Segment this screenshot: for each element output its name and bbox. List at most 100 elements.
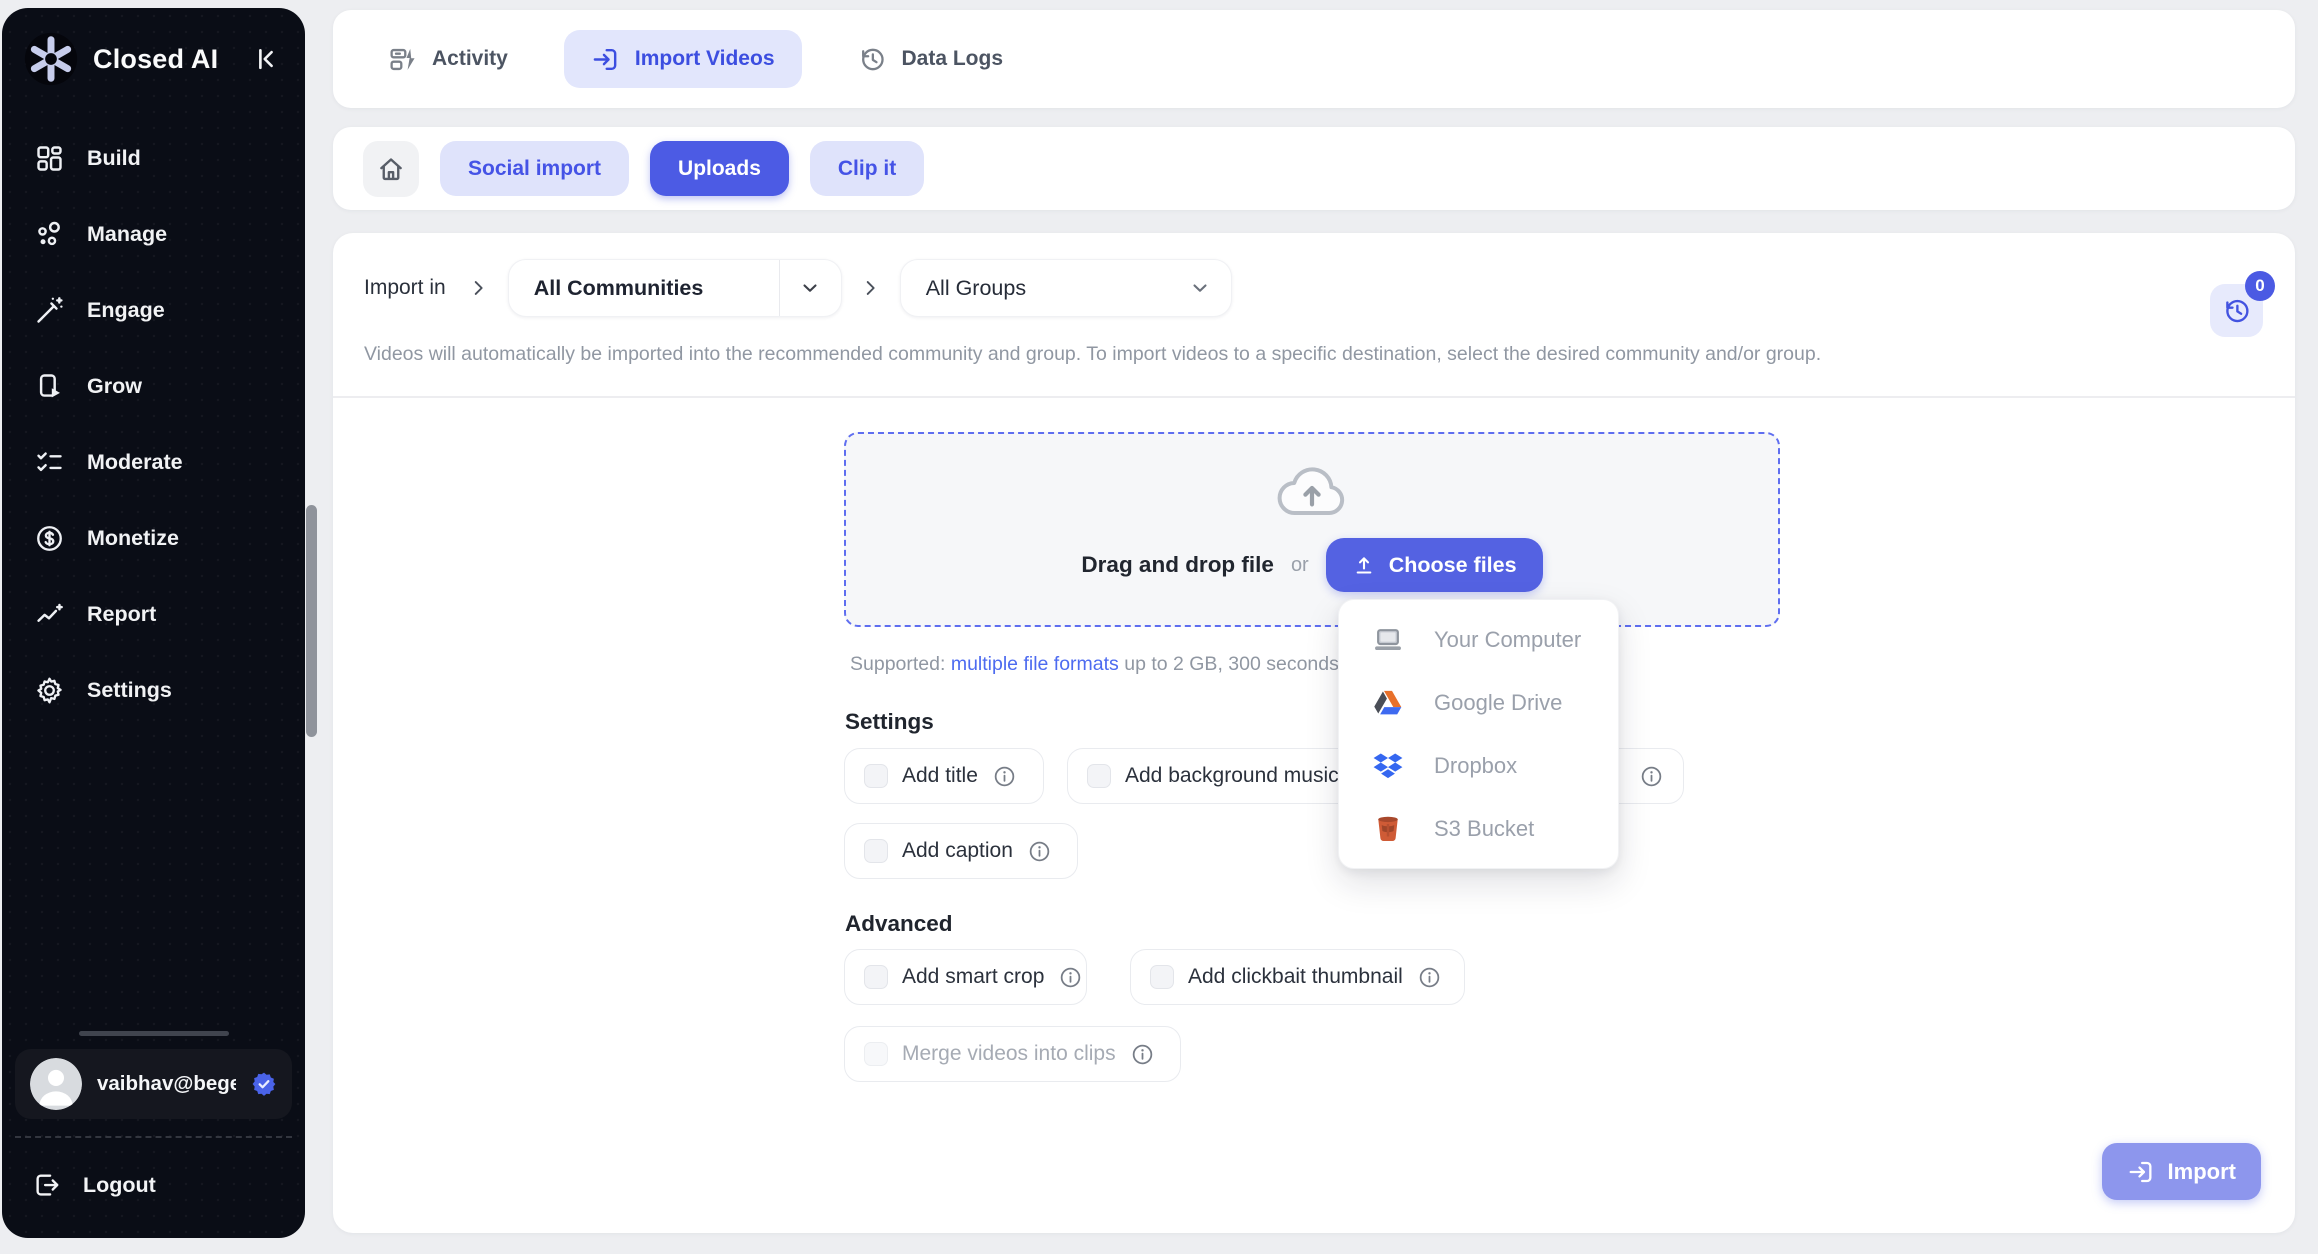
import-history-button[interactable]: 0: [2210, 284, 2263, 337]
choose-files-label: Choose files: [1389, 553, 1517, 578]
sidebar-item-label: Moderate: [87, 450, 183, 475]
home-button[interactable]: [363, 141, 419, 197]
option-add-title[interactable]: Add title: [844, 748, 1044, 804]
supported-formats-text: Supported: multiple file formats up to 2…: [850, 653, 1381, 676]
sidebar-item-monetize[interactable]: Monetize: [2, 500, 305, 576]
file-dropzone[interactable]: Drag and drop file or Choose files: [844, 432, 1780, 627]
trend-icon: [33, 598, 66, 631]
group-select[interactable]: All Groups: [900, 259, 1232, 317]
sidebar-item-label: Manage: [87, 222, 167, 247]
upload-icon: [1352, 553, 1376, 577]
supported-prefix: Supported:: [850, 653, 945, 675]
option-label: Add clickbait thumbnail: [1188, 965, 1403, 989]
checkbox[interactable]: [1087, 764, 1111, 788]
option-label: Merge videos into clips: [902, 1042, 1116, 1066]
menu-item-your-computer[interactable]: Your Computer: [1339, 608, 1618, 671]
tab-label: Activity: [432, 47, 508, 71]
subtab-label: Uploads: [678, 157, 761, 181]
logout-label: Logout: [83, 1173, 156, 1198]
brand-name: Closed AI: [93, 44, 218, 75]
tab-data-logs[interactable]: Data Logs: [858, 45, 1004, 74]
home-icon: [376, 154, 406, 184]
import-note: Videos will automatically be imported in…: [364, 343, 1821, 366]
settings-heading: Settings: [845, 709, 934, 735]
import-button-label: Import: [2168, 1159, 2236, 1185]
import-icon: [591, 45, 620, 74]
logout-button[interactable]: Logout: [15, 1138, 292, 1232]
option-merge-videos-into-clips[interactable]: Merge videos into clips: [844, 1026, 1181, 1082]
option-add-smart-crop[interactable]: Add smart crop: [844, 949, 1087, 1005]
divider: [333, 396, 2295, 398]
import-icon: [2127, 1158, 2155, 1186]
sidebar-item-grow[interactable]: Grow: [2, 348, 305, 424]
info-icon[interactable]: [1639, 764, 1664, 789]
info-icon[interactable]: [1058, 965, 1083, 990]
subtab-clip-it[interactable]: Clip it: [810, 141, 924, 196]
option-label: Add background music: [1125, 764, 1339, 788]
info-icon[interactable]: [1417, 965, 1442, 990]
sidebar-bottom: vaibhav@begenu... Logout: [2, 1031, 305, 1232]
sidebar-item-manage[interactable]: Manage: [2, 196, 305, 272]
cloud-upload-icon: [1272, 462, 1352, 520]
community-select[interactable]: All Communities: [508, 259, 842, 317]
sidebar-item-settings[interactable]: Settings: [2, 652, 305, 728]
subtab-label: Clip it: [838, 157, 896, 181]
sidebar-item-label: Settings: [87, 678, 172, 703]
avatar: [30, 1058, 82, 1110]
scrollbar-thumb[interactable]: [306, 505, 317, 737]
sidebar-item-engage[interactable]: Engage: [2, 272, 305, 348]
main-content: Import in All Communities All Groups: [333, 233, 2295, 1233]
subnav: Social import Uploads Clip it: [333, 127, 2295, 210]
checklist-icon: [33, 446, 66, 479]
import-destination-bar: Import in All Communities All Groups: [364, 259, 1232, 317]
dashboard-icon: [33, 142, 66, 175]
checkbox[interactable]: [864, 965, 888, 989]
user-card[interactable]: vaibhav@begenu...: [15, 1049, 292, 1119]
history-icon: [2222, 296, 2252, 326]
google-drive-icon: [1372, 687, 1404, 719]
sidebar-item-label: Grow: [87, 374, 142, 399]
activity-icon: [388, 45, 417, 74]
sidebar-item-moderate[interactable]: Moderate: [2, 424, 305, 500]
dropbox-icon: [1372, 750, 1404, 782]
checkbox[interactable]: [864, 839, 888, 863]
option-add-caption[interactable]: Add caption: [844, 823, 1078, 879]
sidebar-divider: [79, 1031, 229, 1036]
sidebar: Closed AI Build: [2, 8, 305, 1238]
chevron-right-icon: [467, 277, 489, 299]
sidebar-item-label: Report: [87, 602, 156, 627]
history-icon: [858, 45, 887, 74]
checkbox[interactable]: [864, 764, 888, 788]
import-button[interactable]: Import: [2102, 1143, 2261, 1200]
info-icon[interactable]: [1027, 839, 1052, 864]
tab-activity[interactable]: Activity: [388, 45, 508, 74]
choose-files-button[interactable]: Choose files: [1326, 538, 1543, 592]
checkbox[interactable]: [1150, 965, 1174, 989]
tab-import-videos[interactable]: Import Videos: [564, 30, 802, 88]
info-icon[interactable]: [1130, 1042, 1155, 1067]
option-label: Add title: [902, 764, 978, 788]
option-label: Add smart crop: [902, 965, 1044, 989]
user-email: vaibhav@begenu...: [97, 1072, 236, 1096]
wand-icon: [33, 294, 66, 327]
menu-item-dropbox[interactable]: Dropbox: [1339, 734, 1618, 797]
gear-icon: [33, 674, 66, 707]
history-count-badge: 0: [2245, 271, 2275, 301]
subtab-uploads[interactable]: Uploads: [650, 141, 789, 196]
device-play-icon: [33, 370, 66, 403]
sidebar-item-build[interactable]: Build: [2, 120, 305, 196]
checkbox[interactable]: [864, 1042, 888, 1066]
menu-item-label: Google Drive: [1434, 690, 1562, 716]
menu-item-s3-bucket[interactable]: S3 Bucket: [1339, 797, 1618, 860]
option-add-clickbait-thumbnail[interactable]: Add clickbait thumbnail: [1130, 949, 1465, 1005]
supported-formats-link[interactable]: multiple file formats: [951, 653, 1119, 675]
chevron-down-icon: [779, 260, 841, 316]
subtab-social-import[interactable]: Social import: [440, 141, 629, 196]
sidebar-collapse-icon[interactable]: [251, 44, 281, 74]
info-icon[interactable]: [992, 764, 1017, 789]
menu-item-google-drive[interactable]: Google Drive: [1339, 671, 1618, 734]
chevron-down-icon: [1169, 260, 1231, 316]
sidebar-item-report[interactable]: Report: [2, 576, 305, 652]
dropzone-or: or: [1291, 554, 1309, 577]
group-select-value: All Groups: [901, 276, 1169, 301]
